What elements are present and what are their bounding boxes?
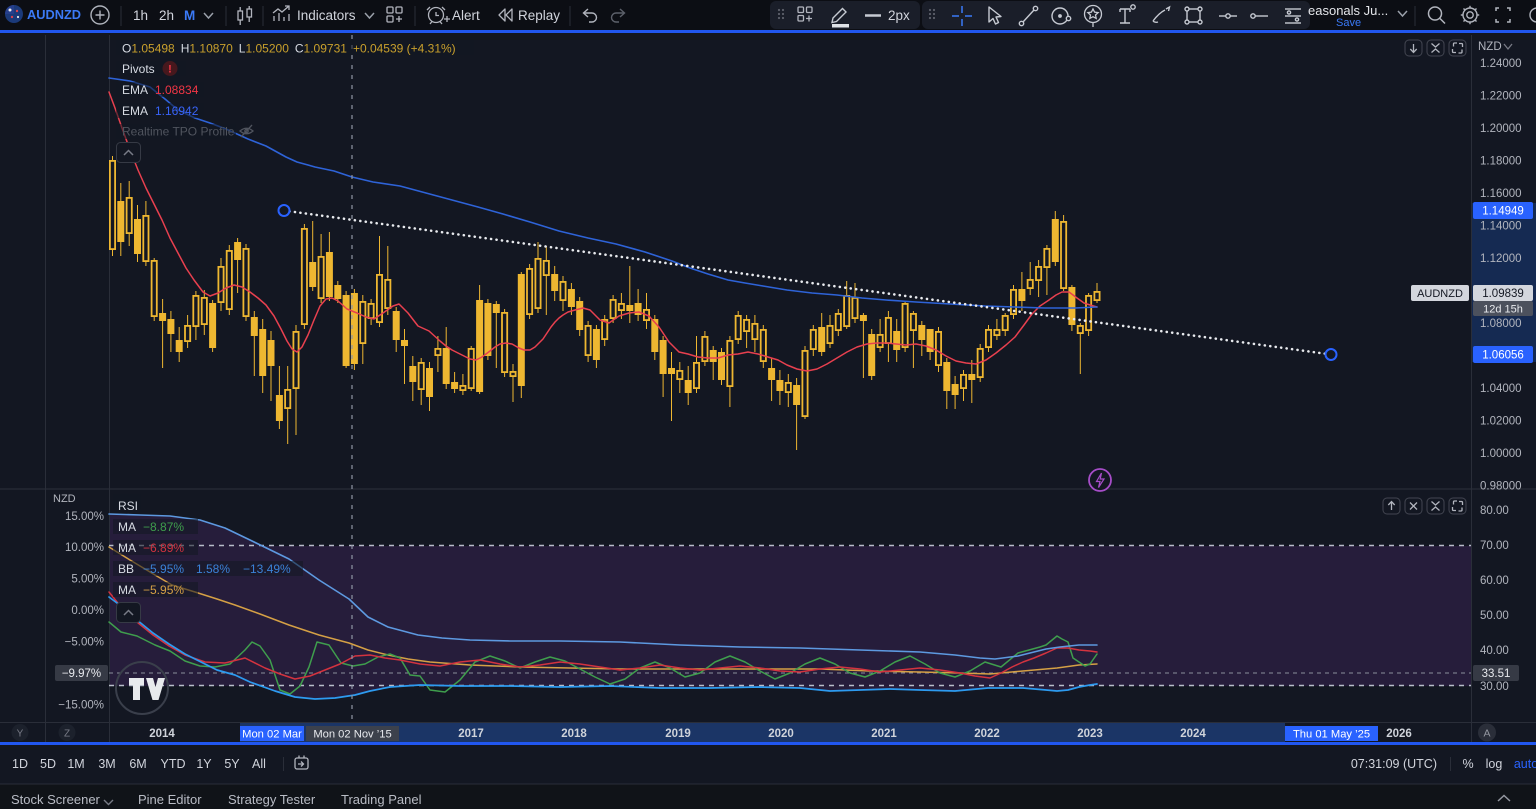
svg-text:30.00: 30.00 xyxy=(1480,681,1509,693)
svg-text:1.24000: 1.24000 xyxy=(1480,58,1522,70)
svg-text:1.16942: 1.16942 xyxy=(155,104,199,118)
svg-text:Indicators: Indicators xyxy=(297,8,356,23)
svg-text:auto: auto xyxy=(1514,757,1536,771)
svg-text:1.09839: 1.09839 xyxy=(1482,288,1524,300)
svg-text:5.00%: 5.00% xyxy=(71,574,104,586)
svg-text:−5.95%: −5.95% xyxy=(143,583,184,597)
svg-text:AUDNZD: AUDNZD xyxy=(27,7,81,22)
svg-text:5Y: 5Y xyxy=(224,757,240,771)
svg-text:2022: 2022 xyxy=(974,728,1000,740)
svg-text:0.00%: 0.00% xyxy=(71,605,104,617)
svg-text:Strategy Tester: Strategy Tester xyxy=(228,792,316,807)
svg-text:MA: MA xyxy=(118,541,136,555)
svg-text:6M: 6M xyxy=(129,757,146,771)
svg-text:15.00%: 15.00% xyxy=(65,511,104,523)
svg-text:Save: Save xyxy=(1336,17,1361,29)
svg-text:1.12000: 1.12000 xyxy=(1480,253,1522,265)
svg-text:60.00: 60.00 xyxy=(1480,575,1509,587)
svg-text:−5.95%: −5.95% xyxy=(143,562,184,576)
svg-text:Y: Y xyxy=(17,729,24,740)
svg-text:3M: 3M xyxy=(98,757,115,771)
svg-text:Trading Panel: Trading Panel xyxy=(341,792,422,807)
svg-text:YTD: YTD xyxy=(161,757,186,771)
svg-text:Mon 02 Nov ’15: Mon 02 Nov ’15 xyxy=(313,729,391,741)
svg-text:Replay: Replay xyxy=(518,8,560,23)
svg-text:1.06056: 1.06056 xyxy=(1482,350,1524,362)
svg-text:−5.00%: −5.00% xyxy=(65,637,104,649)
svg-text:Alert: Alert xyxy=(452,8,480,23)
svg-text:1.04000: 1.04000 xyxy=(1480,383,1522,395)
svg-text:Pine Editor: Pine Editor xyxy=(138,792,202,807)
svg-text:1D: 1D xyxy=(12,757,28,771)
svg-text:−6.89%: −6.89% xyxy=(143,541,184,555)
svg-text:1.14000: 1.14000 xyxy=(1480,221,1522,233)
svg-text:1.18000: 1.18000 xyxy=(1480,156,1522,168)
svg-text:NZD: NZD xyxy=(53,493,76,505)
svg-text:RSI: RSI xyxy=(118,499,138,513)
svg-text:%: % xyxy=(1462,757,1473,771)
svg-text:2024: 2024 xyxy=(1180,728,1206,740)
svg-text:40.00: 40.00 xyxy=(1480,645,1509,657)
svg-text:easonals Ju...: easonals Ju... xyxy=(1308,3,1388,18)
svg-text:80.00: 80.00 xyxy=(1480,505,1509,517)
svg-text:All: All xyxy=(252,757,266,771)
svg-text:1h: 1h xyxy=(133,8,148,23)
svg-text:EMA: EMA xyxy=(122,83,148,97)
svg-text:1.00000: 1.00000 xyxy=(1480,448,1522,460)
svg-text:Pivots: Pivots xyxy=(122,62,155,76)
svg-text:log: log xyxy=(1486,757,1503,771)
svg-text:1.14949: 1.14949 xyxy=(1482,206,1524,218)
svg-text:0.98000: 0.98000 xyxy=(1480,481,1522,493)
svg-text:1Y: 1Y xyxy=(196,757,212,771)
svg-text:5D: 5D xyxy=(40,757,56,771)
svg-text:O1.05498 H1.10870 L1.05200 C1.: O1.05498 H1.10870 L1.05200 C1.09731 +0.0… xyxy=(122,42,456,56)
svg-text:MA: MA xyxy=(118,520,136,534)
svg-text:−13.49%: −13.49% xyxy=(243,562,291,576)
svg-text:EMA: EMA xyxy=(122,104,148,118)
svg-text:2020: 2020 xyxy=(768,728,794,740)
svg-text:−9.97%: −9.97% xyxy=(62,668,101,680)
svg-text:Stock Screener: Stock Screener xyxy=(11,792,101,807)
svg-text:2017: 2017 xyxy=(458,728,484,740)
svg-text:07:31:09 (UTC): 07:31:09 (UTC) xyxy=(1351,757,1437,771)
svg-text:50.00: 50.00 xyxy=(1480,610,1509,622)
svg-text:2021: 2021 xyxy=(871,728,897,740)
svg-text:2023: 2023 xyxy=(1077,728,1103,740)
svg-text:1.08000: 1.08000 xyxy=(1480,318,1522,330)
svg-text:2018: 2018 xyxy=(561,728,587,740)
svg-text:10.00%: 10.00% xyxy=(65,542,104,554)
svg-text:Mon 02 Mar: Mon 02 Mar xyxy=(242,729,302,741)
svg-text:Thu 01 May ’25: Thu 01 May ’25 xyxy=(1293,729,1370,741)
svg-text:−8.87%: −8.87% xyxy=(143,520,184,534)
svg-text:Realtime TPO Profile: Realtime TPO Profile xyxy=(122,125,235,139)
svg-text:33.51: 33.51 xyxy=(1482,668,1511,680)
svg-text:2014: 2014 xyxy=(149,728,175,740)
svg-text:Z: Z xyxy=(64,729,70,740)
svg-text:NZD: NZD xyxy=(1478,41,1502,53)
svg-text:1M: 1M xyxy=(67,757,84,771)
svg-text:1.22000: 1.22000 xyxy=(1480,91,1522,103)
svg-text:A: A xyxy=(1483,728,1490,740)
svg-text:12d 15h: 12d 15h xyxy=(1483,304,1523,316)
svg-text:!: ! xyxy=(168,64,172,76)
svg-text:AUDNZD: AUDNZD xyxy=(1417,288,1463,300)
svg-text:1.08834: 1.08834 xyxy=(155,83,199,97)
svg-text:1.58%: 1.58% xyxy=(196,562,230,576)
svg-text:1.02000: 1.02000 xyxy=(1480,416,1522,428)
svg-text:MA: MA xyxy=(118,583,136,597)
svg-text:1.20000: 1.20000 xyxy=(1480,123,1522,135)
svg-text:1.16000: 1.16000 xyxy=(1480,188,1522,200)
svg-text:70.00: 70.00 xyxy=(1480,540,1509,552)
svg-text:M: M xyxy=(184,8,195,23)
svg-text:2019: 2019 xyxy=(665,728,691,740)
svg-text:2h: 2h xyxy=(159,8,174,23)
svg-text:−15.00%: −15.00% xyxy=(58,700,104,712)
svg-text:BB: BB xyxy=(118,562,134,576)
svg-text:2026: 2026 xyxy=(1386,728,1412,740)
svg-text:2px: 2px xyxy=(888,8,910,23)
